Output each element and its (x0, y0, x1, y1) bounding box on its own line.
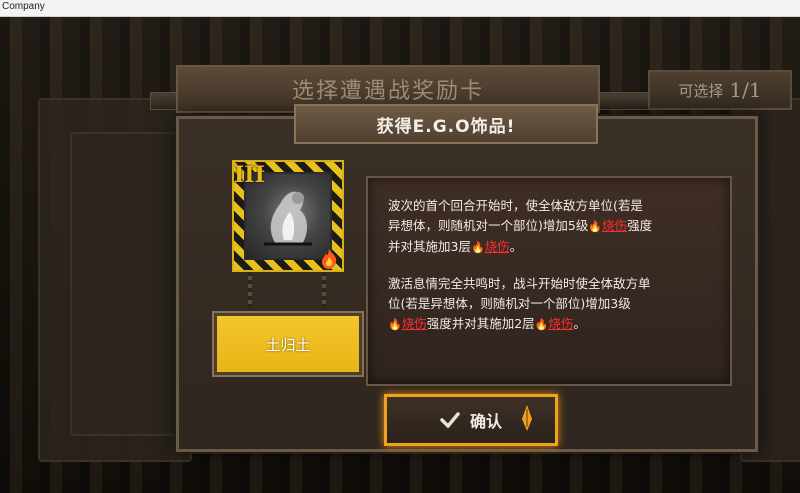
background-card-slot (70, 132, 184, 436)
card-name: 土归土 (265, 335, 311, 354)
desc-text: 。 (573, 316, 586, 331)
selection-counter-label: 可选择 (678, 81, 724, 100)
flame-icon: 🔥 (388, 318, 402, 331)
burn-keyword[interactable]: 烧伤 (402, 316, 427, 331)
burn-keyword[interactable]: 烧伤 (485, 239, 510, 254)
background-pipe (596, 92, 650, 110)
check-icon (440, 412, 460, 428)
card-description: 波次的首个回合开始时，使全体敌方单位(若是 异想体，则随机对一个部位)增加5级🔥… (366, 176, 732, 386)
confirm-label: 确认 (469, 412, 502, 431)
window-titlebar: Company (0, 0, 800, 17)
desc-text: 激活息情完全共鸣时，战斗开始时使全体敌方单 (388, 276, 651, 291)
chain-right (322, 272, 326, 306)
background-header-text: 选择遭遇战奖励卡 (291, 79, 484, 104)
chain-left (248, 272, 252, 306)
description-paragraph-1: 波次的首个回合开始时，使全体敌方单位(若是 异想体，则随机对一个部位)增加5级🔥… (388, 196, 710, 258)
desc-text: 强度并对其施加2层 (426, 316, 535, 331)
desc-text: 。 (509, 239, 523, 254)
burn-keyword[interactable]: 烧伤 (602, 218, 627, 233)
dialog-title: 获得E.G.O饰品! (376, 116, 516, 137)
flame-icon (318, 248, 340, 270)
desc-text: 并对其施加3层 (388, 239, 471, 254)
desc-text: 异想体，则随机对一个部位)增加5级 (388, 218, 589, 233)
selection-counter: 可选择 1/1 (648, 70, 792, 110)
confirm-button[interactable]: 确认 (384, 394, 558, 446)
window-title: Company (2, 1, 45, 12)
desc-text: 强度 (627, 218, 653, 233)
selection-counter-value: 1/1 (729, 78, 762, 102)
flame-icon: 🔥 (534, 318, 549, 331)
flame-icon: 🔥 (588, 220, 603, 233)
quill-icon (521, 405, 533, 431)
description-paragraph-2: 激活息情完全共鸣时，战斗开始时使全体敌方单 位(若是异想体，则随机对一个部位)增… (388, 274, 710, 335)
desc-text: 位(若是异想体，则随机对一个部位)增加3级 (388, 296, 631, 311)
flame-icon: 🔥 (470, 241, 485, 254)
card-tier-badge: III (234, 162, 265, 188)
card-name-plate: 土归土 (214, 313, 362, 375)
burn-keyword[interactable]: 烧伤 (548, 316, 573, 331)
desc-text: 波次的首个回合开始时，使全体敌方单位(若是 (388, 198, 643, 213)
dialog-title-plate: 获得E.G.O饰品! (294, 104, 598, 144)
